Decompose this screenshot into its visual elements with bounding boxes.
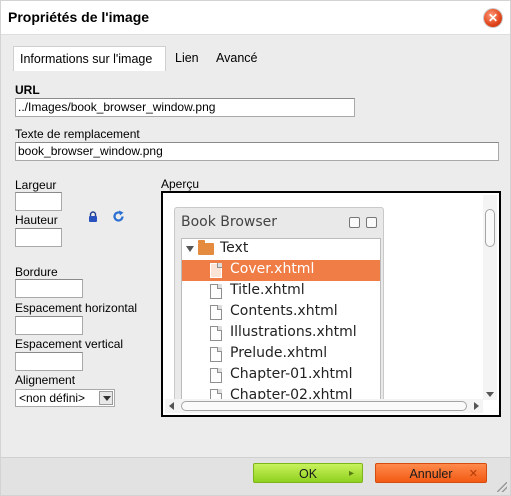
cancel-button[interactable]: Annuler ✕ — [375, 463, 487, 483]
ok-button[interactable]: OK ▸ — [253, 463, 363, 483]
hspace-label: Espacement horizontal — [15, 301, 138, 315]
cancel-button-label: Annuler — [409, 467, 453, 481]
vspace-label: Espacement vertical — [15, 337, 124, 351]
url-label: URL — [15, 83, 40, 97]
close-icon — [366, 217, 377, 228]
file-icon — [210, 347, 222, 362]
preview-vertical-scrollbar[interactable] — [483, 195, 497, 400]
resize-grip-icon[interactable] — [497, 482, 507, 492]
preview-label: Aperçu — [161, 177, 200, 191]
scroll-thumb[interactable] — [181, 401, 467, 411]
alignment-label: Alignement — [15, 373, 76, 387]
alt-text-label: Texte de remplacement — [15, 127, 140, 141]
tab-link[interactable]: Lien — [169, 46, 205, 71]
tab-advanced[interactable]: Avancé — [210, 46, 263, 71]
dialog-title: Propriétés de l'image — [8, 9, 150, 25]
vspace-input[interactable] — [15, 352, 83, 371]
file-icon — [210, 305, 222, 320]
refresh-icon[interactable] — [112, 210, 125, 223]
book-browser-tree: Text Cover.xhtml Title.xhtml Contents.xh… — [181, 238, 381, 408]
book-browser-title: Book Browser — [181, 214, 278, 230]
dialog-titlebar[interactable]: Propriétés de l'image ✕ — [1, 1, 510, 35]
file-icon — [210, 284, 222, 299]
arrow-right-icon: ▸ — [348, 468, 354, 479]
tree-item-label: Contents.xhtml — [230, 303, 338, 319]
tree-item-label: Prelude.xhtml — [230, 345, 328, 361]
alignment-select[interactable]: <non défini> — [15, 389, 115, 407]
hspace-input[interactable] — [15, 316, 83, 335]
tree-item: Prelude.xhtml — [182, 344, 380, 365]
file-icon — [210, 263, 222, 278]
cancel-x-icon: ✕ — [468, 468, 478, 480]
close-icon: ✕ — [487, 11, 499, 25]
dialog-footer: OK ▸ Annuler ✕ — [1, 457, 510, 495]
tree-item: Chapter-01.xhtml — [182, 365, 380, 386]
border-input[interactable] — [15, 279, 83, 298]
image-preview: Book Browser Text Cover.xhtml Title.xhtm… — [161, 191, 501, 417]
lock-icon[interactable] — [88, 211, 98, 222]
ok-button-label: OK — [298, 467, 318, 481]
scroll-right-icon[interactable] — [474, 402, 479, 410]
tab-image-info[interactable]: Informations sur l'image — [13, 46, 166, 71]
height-input[interactable] — [15, 228, 62, 247]
tree-item: Illustrations.xhtml — [182, 323, 380, 344]
preview-horizontal-scrollbar[interactable] — [165, 399, 483, 413]
scroll-down-icon[interactable] — [486, 392, 494, 397]
float-icon — [349, 217, 360, 228]
tree-item-label: Cover.xhtml — [230, 261, 315, 277]
scroll-left-icon[interactable] — [169, 402, 174, 410]
border-label: Bordure — [15, 265, 58, 279]
tree-item-label: Chapter-01.xhtml — [230, 366, 353, 382]
scroll-thumb[interactable] — [485, 209, 495, 247]
width-input[interactable] — [15, 192, 62, 211]
tree-item: Cover.xhtml — [182, 260, 380, 281]
tree-folder-label: Text — [220, 240, 249, 256]
height-label: Hauteur — [15, 213, 58, 227]
preview-image-book-browser: Book Browser Text Cover.xhtml Title.xhtm… — [174, 207, 384, 408]
tree-item-label: Illustrations.xhtml — [230, 324, 357, 340]
chevron-down-icon[interactable] — [99, 391, 113, 405]
tree-folder-row: Text — [182, 239, 380, 260]
file-icon — [210, 326, 222, 341]
tree-item: Title.xhtml — [182, 281, 380, 302]
alignment-select-value: <non défini> — [19, 391, 86, 405]
url-input[interactable]: ../Images/book_browser_window.png — [15, 98, 355, 117]
image-properties-dialog: Propriétés de l'image ✕ Informations sur… — [0, 0, 511, 496]
tree-item: Contents.xhtml — [182, 302, 380, 323]
close-button[interactable]: ✕ — [484, 9, 502, 27]
tree-item-label: Title.xhtml — [230, 282, 305, 298]
alt-text-input[interactable]: book_browser_window.png — [15, 142, 499, 161]
width-label: Largeur — [15, 178, 57, 192]
folder-icon — [198, 240, 214, 255]
file-icon — [210, 368, 222, 383]
expand-arrow-icon — [186, 246, 194, 252]
